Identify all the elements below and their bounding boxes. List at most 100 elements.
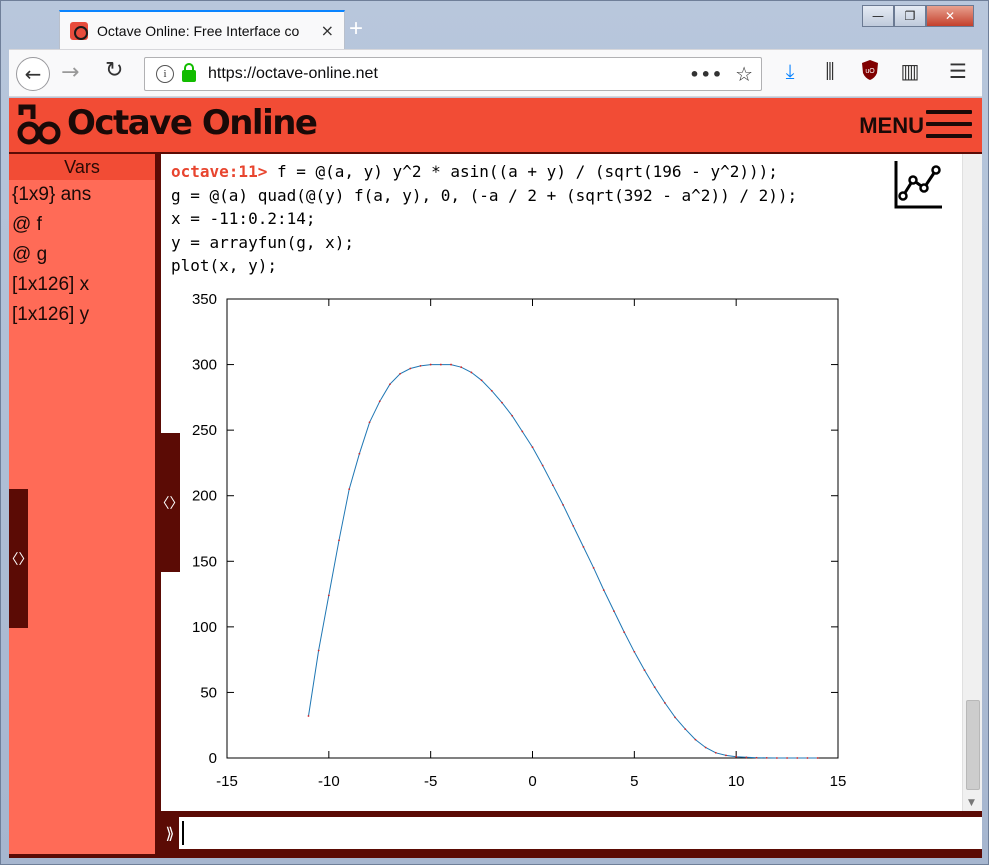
data-point [745,756,748,759]
code-line: y = arrayfun(g, x); [171,232,355,252]
y-tick-label: 150 [192,553,217,570]
line-plot: -15 -10 -5 0 5 10 15050100150200250300350 [192,291,846,790]
var-item[interactable]: [1x126] x [9,270,155,300]
plot-frame [226,298,839,759]
y-tick-label: 0 [209,750,217,767]
data-point [480,379,483,382]
url-bar[interactable]: i https://octave-online.net ••• ☆ [144,57,762,91]
data-point [399,372,402,375]
series-line [308,364,818,759]
data-point [490,389,493,392]
vars-title: Vars [9,154,155,180]
new-tab-button[interactable]: + [349,15,363,43]
console-output: octave:11> f = @(a, y) y^2 * asin((a + y… [161,154,982,811]
data-point [409,367,412,370]
svg-text:uO: uO [865,68,875,75]
var-item[interactable]: [1x126] y [9,300,155,330]
text-caret [182,821,184,845]
vars-collapse-toggle[interactable]: 〈〉 [5,489,33,628]
data-point [602,589,605,592]
octave-favicon-icon [70,21,88,40]
data-point [582,545,585,548]
octave-logo-icon [17,104,61,145]
window-controls: — ❐ ✕ [862,5,974,27]
data-point [307,715,310,717]
bookmark-star-icon[interactable]: ☆ [735,62,753,86]
tab-close-icon[interactable]: × [321,21,334,40]
data-point [714,751,717,754]
data-point [511,414,514,417]
arrow-left-icon: ← [24,62,42,86]
data-point [429,363,432,366]
data-point [389,383,391,386]
library-icon[interactable]: ⫼ [817,59,843,83]
back-button[interactable]: ← [16,57,50,91]
app-header: Octave Online MENU [9,98,982,152]
console-collapse-toggle[interactable]: 〈〉 [156,433,184,572]
data-point [572,524,575,527]
x-tick-label: -10 [318,773,340,790]
data-point [806,757,809,759]
maximize-button[interactable]: ❐ [894,5,926,27]
var-item[interactable]: @ g [9,240,155,270]
console-scrollbar[interactable]: ▼ [962,154,982,811]
data-point [623,631,626,634]
close-window-button[interactable]: ✕ [926,5,974,27]
data-point [338,539,340,542]
tab-bar: Octave Online: Free Interface co × + — ❐… [9,5,980,49]
data-point [562,503,564,506]
data-point [348,488,351,491]
y-tick-label: 300 [192,357,217,374]
plot-window-icon[interactable] [893,158,945,210]
axis-ticks: -15 -10 -5 0 5 10 15050100150200250300350 [192,291,846,790]
reader-view-icon[interactable]: ▥ [897,59,923,83]
y-tick-label: 200 [192,488,217,505]
data-point [419,364,422,367]
lock-icon [182,63,196,82]
var-item[interactable]: {1x9} ans [9,180,155,210]
data-point [378,400,381,403]
x-tick-label: 0 [528,773,536,790]
data-point [327,594,330,597]
download-icon[interactable]: ⤓ [777,59,803,83]
input-prompt-icon: ⟫ [165,823,175,843]
data-point [633,650,636,653]
browser-window: Octave Online: Free Interface co × + — ❐… [0,0,989,865]
y-tick-label: 100 [192,619,217,636]
y-tick-label: 250 [192,422,217,439]
ublock-icon[interactable]: uO [857,59,883,86]
scrollbar-thumb[interactable] [966,700,980,790]
data-point [735,755,738,758]
data-point [725,754,727,757]
data-point [470,371,473,374]
data-point [358,452,361,455]
page-actions-button[interactable]: ••• [689,65,723,84]
minimize-button[interactable]: — [862,5,894,27]
data-point [551,484,554,487]
menu-label[interactable]: MENU [859,113,924,139]
data-point [501,401,503,404]
url-text[interactable]: https://octave-online.net [208,65,378,83]
plot-series [307,363,819,759]
app-logo-text[interactable]: Octave Online [67,103,318,143]
menu-icon[interactable] [926,110,972,138]
y-tick-label: 350 [192,291,217,308]
data-point [460,366,463,369]
reload-button[interactable]: ↻ [105,58,123,83]
data-point [368,421,371,424]
var-item[interactable]: @ f [9,210,155,240]
x-tick-label: 5 [630,773,638,790]
command-input[interactable] [179,817,982,849]
browser-tab[interactable]: Octave Online: Free Interface co × [59,10,345,49]
code-line: x = -11:0.2:14; [171,209,316,228]
data-point [674,716,676,719]
vars-panel: Vars {1x9} ans @ f @ g [1x126] x [1x126]… [5,154,155,854]
console-prompt: octave:11> [171,162,268,181]
scroll-down-arrow-icon[interactable]: ▼ [968,798,975,808]
info-icon[interactable]: i [156,65,174,83]
data-point [684,728,687,731]
forward-button[interactable]: → [61,60,79,85]
data-point [450,363,452,366]
hamburger-menu-icon[interactable]: ☰ [945,59,971,83]
y-tick-label: 50 [200,684,217,701]
